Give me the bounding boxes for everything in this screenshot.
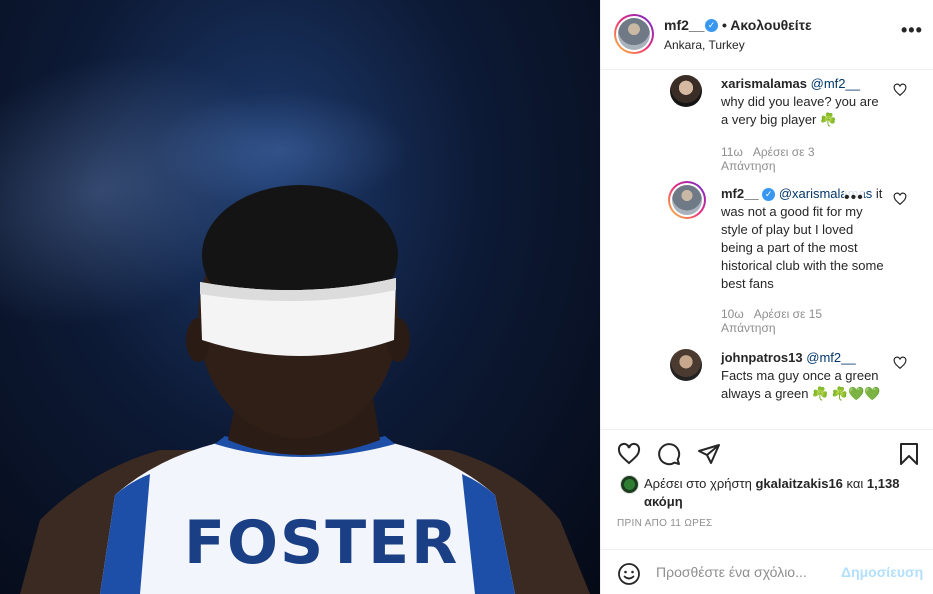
commenter-username[interactable]: xarismalamas — [721, 76, 807, 91]
post-timestamp[interactable]: ΠΡΙΝ ΑΠΟ 11 ΩΡΕΣ — [617, 518, 713, 529]
post-photo[interactable]: FOSTER — [0, 0, 600, 594]
comment-text: why did you leave? you are a very big pl… — [721, 94, 879, 127]
author-username[interactable]: mf2__ — [664, 17, 704, 33]
like-comment-icon[interactable] — [893, 83, 907, 97]
commenter-avatar[interactable] — [668, 181, 706, 219]
comment-time[interactable]: 11ω — [721, 145, 743, 159]
comment-likes[interactable]: Αρέσει σε 15 — [754, 307, 822, 321]
like-comment-icon[interactable] — [893, 356, 907, 370]
following-status[interactable]: • Ακολουθείτε — [722, 17, 812, 33]
likes-and: και — [846, 476, 864, 491]
player-illustration — [20, 185, 590, 594]
verified-icon: ✓ — [705, 19, 718, 32]
reply-button[interactable]: Απάντηση — [721, 321, 776, 335]
comment-mention[interactable]: @mf2__ — [811, 76, 860, 91]
likes-prefix: Αρέσει στο χρήστη — [644, 476, 752, 491]
like-comment-icon[interactable] — [893, 192, 907, 206]
comment-text: Facts ma guy once a green always a green… — [721, 368, 881, 401]
commenter-username[interactable]: johnpatros13 — [721, 350, 803, 365]
verified-icon: ✓ — [762, 188, 776, 202]
comment-input[interactable]: Προσθέστε ένα σχόλιο... — [656, 564, 807, 580]
author-avatar[interactable] — [614, 14, 654, 54]
emoji-smiley-icon[interactable] — [617, 562, 641, 586]
post-location[interactable]: Ankara, Turkey — [664, 38, 745, 52]
jersey-name: FOSTER — [184, 508, 460, 578]
commenter-avatar[interactable] — [670, 349, 702, 381]
post-header: mf2__ ✓ • Ακολουθείτε Ankara, Turkey ••• — [601, 0, 933, 70]
comments-list: xarismalamas @mf2__ why did you leave? y… — [601, 71, 933, 429]
comment-mention[interactable]: @mf2__ — [806, 350, 855, 365]
likes-summary[interactable]: Αρέσει στο χρήστη gkalaitzakis16 και 1,1… — [644, 475, 924, 511]
more-options-icon[interactable]: ••• — [901, 20, 923, 41]
post-actions: Αρέσει στο χρήστη gkalaitzakis16 και 1,1… — [601, 429, 933, 594]
post-comment-button[interactable]: Δημοσίευση — [841, 564, 923, 580]
post-side-panel: mf2__ ✓ • Ακολουθείτε Ankara, Turkey •••… — [600, 0, 933, 594]
save-bookmark-icon[interactable] — [897, 442, 921, 466]
share-send-icon[interactable] — [697, 442, 721, 466]
reply-button[interactable]: Απάντηση — [721, 159, 776, 173]
liker-avatar[interactable] — [620, 475, 639, 494]
commenter-avatar[interactable] — [670, 75, 702, 107]
liker-username[interactable]: gkalaitzakis16 — [755, 476, 842, 491]
add-comment-bar: Προσθέστε ένα σχόλιο... Δημοσίευση — [601, 549, 933, 594]
comment-likes[interactable]: Αρέσει σε 3 — [753, 145, 815, 159]
like-heart-icon[interactable] — [617, 442, 641, 466]
comment-time[interactable]: 10ω — [721, 307, 744, 321]
comment-bubble-icon[interactable] — [657, 442, 681, 466]
commenter-username[interactable]: mf2__ — [721, 186, 759, 201]
comment-more-icon[interactable]: ••• — [844, 189, 864, 207]
